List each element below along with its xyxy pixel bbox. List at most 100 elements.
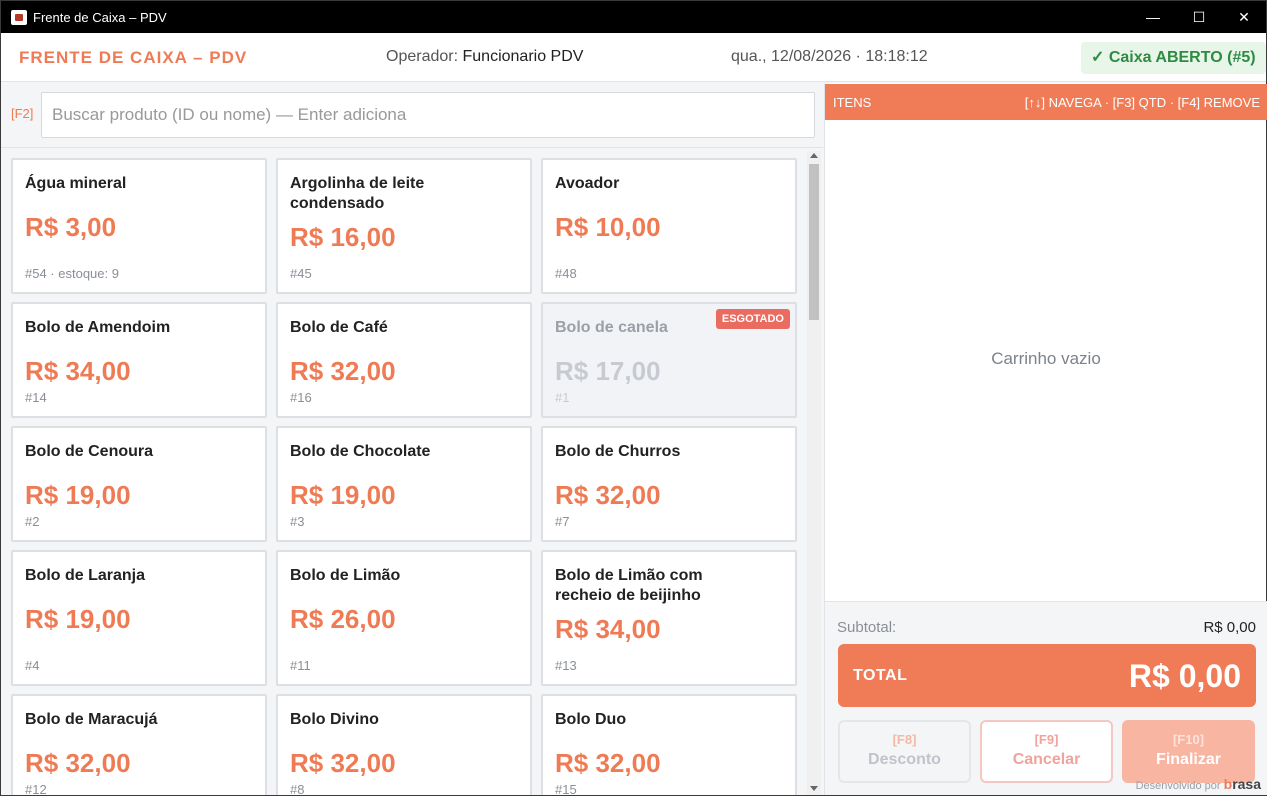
product-meta: #14 <box>25 390 47 405</box>
product-card[interactable]: Bolo de Limão com recheio de beijinho R$ … <box>541 550 797 686</box>
discount-button[interactable]: [F8] Desconto <box>838 720 971 783</box>
product-meta: #12 <box>25 782 47 795</box>
product-name: Bolo de Limão com recheio de beijinho <box>555 567 703 604</box>
product-meta: #48 <box>555 266 577 281</box>
product-name: Bolo de Amendoim <box>25 319 171 336</box>
scroll-thumb[interactable] <box>809 164 819 320</box>
product-card[interactable]: Argolinha de leite condensado R$ 16,00 #45 <box>276 158 532 294</box>
total-label: TOTAL <box>853 667 908 684</box>
product-meta: #13 <box>555 658 577 673</box>
window-title: Frente de Caixa – PDV <box>33 10 167 25</box>
product-meta: #4 <box>25 658 40 673</box>
brand-title: FRENTE DE CAIXA – PDV <box>19 48 248 67</box>
product-price: R$ 32,00 <box>290 356 396 386</box>
product-meta: #11 <box>290 658 311 673</box>
product-search-input[interactable] <box>41 92 815 138</box>
product-meta: #3 <box>290 514 305 529</box>
close-button[interactable]: ✕ <box>1221 1 1267 33</box>
product-name: Bolo de Cenoura <box>25 443 154 460</box>
cart-header: ITENS [↑↓] NAVEGA · [F3] QTD · [F4] REMO… <box>825 84 1267 120</box>
scroll-up-icon[interactable] <box>810 153 818 158</box>
cancel-label: Cancelar <box>1012 751 1081 768</box>
product-name: Bolo de Café <box>290 319 388 336</box>
product-name: Bolo de Chocolate <box>290 443 431 460</box>
product-price: R$ 10,00 <box>555 212 661 242</box>
developer-credit-text: Desenvolvido por <box>1135 780 1221 792</box>
product-card[interactable]: Avoador R$ 10,00 #48 <box>541 158 797 294</box>
product-name: Bolo de Laranja <box>25 567 146 584</box>
product-card[interactable]: Bolo de Amendoim R$ 34,00 #14 <box>11 302 267 418</box>
search-hotkey: [F2] <box>11 106 34 121</box>
product-meta: #1 <box>555 390 570 405</box>
product-price: R$ 32,00 <box>290 748 396 778</box>
cart-title: ITENS <box>833 95 872 110</box>
maximize-button[interactable]: ☐ <box>1176 1 1222 33</box>
product-name: Avoador <box>555 175 620 192</box>
cancel-hotkey: [F9] <box>1034 732 1059 747</box>
product-name: Bolo Duo <box>555 711 627 728</box>
product-name: Água mineral <box>25 175 127 192</box>
minimize-button[interactable]: — <box>1130 1 1176 33</box>
product-name: Bolo de Limão <box>290 567 401 584</box>
product-price: R$ 19,00 <box>25 480 131 510</box>
products-panel: [F2] Água mineral R$ 3,00 #54 · estoque: 9… <box>1 83 823 795</box>
product-grid: Água mineral R$ 3,00 #54 · estoque: 9 Argol… <box>11 156 799 795</box>
brasa-logo: brasa <box>1223 776 1261 792</box>
register-status-badge: ✓ Caixa ABERTO (#5) <box>1081 42 1266 74</box>
finalize-label: Finalizar <box>1156 751 1221 768</box>
product-price: R$ 34,00 <box>555 614 661 644</box>
discount-hotkey: [F8] <box>892 732 917 747</box>
operator-name: Funcionario PDV <box>462 48 584 65</box>
subtotal-value: R$ 0,00 <box>1203 619 1256 636</box>
product-price: R$ 32,00 <box>25 748 131 778</box>
product-card[interactable]: Bolo Divino R$ 32,00 #8 <box>276 694 532 795</box>
product-meta: #15 <box>555 782 577 795</box>
product-card[interactable]: Bolo de Chocolate R$ 19,00 #3 <box>276 426 532 542</box>
subtotal-label: Subtotal: <box>837 619 897 636</box>
product-name: Bolo de Churros <box>555 443 681 460</box>
product-card[interactable]: Bolo de Maracujá R$ 32,00 #12 <box>11 694 267 795</box>
cart-empty-message: Carrinho vazio <box>991 349 1101 368</box>
cart-shortcuts-hint: [↑↓] NAVEGA · [F3] QTD · [F4] REMOVE <box>1024 95 1260 110</box>
product-price: R$ 16,00 <box>290 222 396 252</box>
total-value: R$ 0,00 <box>1128 658 1241 694</box>
product-card[interactable]: Bolo de Cenoura R$ 19,00 #2 <box>11 426 267 542</box>
product-name: Bolo Divino <box>290 711 379 728</box>
product-card[interactable]: Bolo de Churros R$ 32,00 #7 <box>541 426 797 542</box>
total-box: TOTAL R$ 0,00 <box>838 644 1256 707</box>
product-price: R$ 32,00 <box>555 480 661 510</box>
product-price: R$ 34,00 <box>25 356 131 386</box>
divider <box>1 147 823 148</box>
app-icon <box>11 10 27 25</box>
product-meta: #45 <box>290 266 312 281</box>
product-price: R$ 32,00 <box>555 748 661 778</box>
scroll-down-icon[interactable] <box>810 786 818 791</box>
title-bar: Frente de Caixa – PDV — ☐ ✕ <box>1 1 1266 33</box>
checkout-area: Subtotal: R$ 0,00 TOTAL R$ 0,00 [F8] Des… <box>825 601 1267 795</box>
product-card[interactable]: Água mineral R$ 3,00 #54 · estoque: 9 <box>11 158 267 294</box>
product-card: Bolo de canela R$ 17,00 #1 ESGOTADO <box>541 302 797 418</box>
product-meta: #2 <box>25 514 40 529</box>
product-card[interactable]: Bolo de Laranja R$ 19,00 #4 <box>11 550 267 686</box>
finalize-sale-button[interactable]: [F10] Finalizar <box>1122 720 1255 783</box>
product-card[interactable]: Bolo Duo R$ 32,00 #15 <box>541 694 797 795</box>
product-price: R$ 17,00 <box>555 356 661 386</box>
product-card[interactable]: Bolo de Café R$ 32,00 #16 <box>276 302 532 418</box>
product-name: Argolinha de leite condensado <box>290 175 425 212</box>
sold-out-badge: ESGOTADO <box>715 309 790 329</box>
cart-panel: ITENS [↑↓] NAVEGA · [F3] QTD · [F4] REMO… <box>824 83 1267 795</box>
product-price: R$ 19,00 <box>25 604 131 634</box>
operator-info: Operador: Funcionario PDV <box>386 48 583 66</box>
finalize-hotkey: [F10] <box>1172 732 1205 747</box>
product-price: R$ 26,00 <box>290 604 396 634</box>
cancel-sale-button[interactable]: [F9] Cancelar <box>980 720 1113 783</box>
product-grid-scrollbar[interactable] <box>807 151 821 795</box>
operator-label: Operador: <box>386 48 459 65</box>
product-price: R$ 19,00 <box>290 480 396 510</box>
product-meta: #7 <box>555 514 570 529</box>
product-price: R$ 3,00 <box>25 212 117 242</box>
product-meta: #54 · estoque: 9 <box>25 266 119 281</box>
app-header: FRENTE DE CAIXA – PDV Operador: Funciona… <box>1 33 1266 82</box>
product-card[interactable]: Bolo de Limão R$ 26,00 #11 <box>276 550 532 686</box>
app-window: Frente de Caixa – PDV — ☐ ✕ FRENTE DE CA… <box>0 0 1267 796</box>
